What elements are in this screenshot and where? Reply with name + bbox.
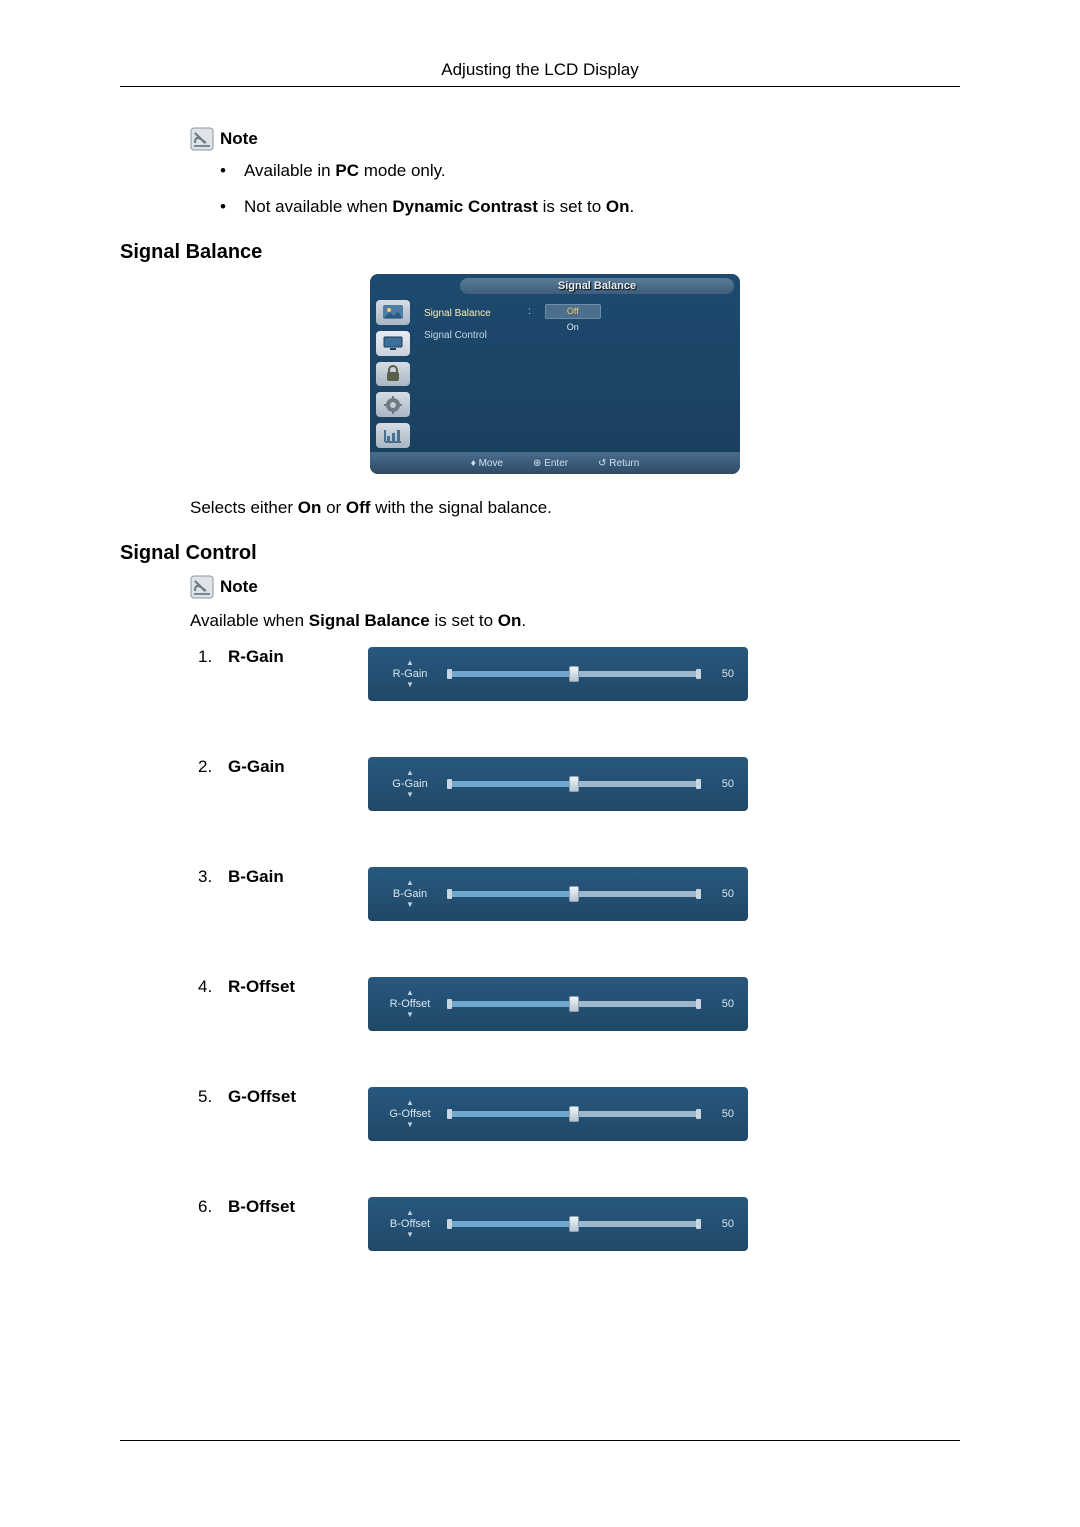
slider-track xyxy=(450,891,698,897)
list-label-b-offset: B-Offset xyxy=(228,1197,368,1217)
slider-value: 50 xyxy=(710,1108,734,1120)
list-item: 4. R-Offset ▲ R-Offset ▼ 50 xyxy=(198,977,960,1031)
slider-track xyxy=(450,1001,698,1007)
footer-rule xyxy=(120,1440,960,1441)
slider-track xyxy=(450,1221,698,1227)
osd-row-signal-control: Signal Control xyxy=(424,326,514,344)
osd-signal-balance-screenshot: Signal Balance Signal Balance Signal Con… xyxy=(370,274,740,474)
triangle-down-icon: ▼ xyxy=(406,682,414,688)
note-icon xyxy=(190,127,214,151)
list-number: 5. xyxy=(198,1087,228,1107)
triangle-down-icon: ▼ xyxy=(406,792,414,798)
slider-name: B-Offset xyxy=(390,1218,430,1230)
page-header: Adjusting the LCD Display xyxy=(120,60,960,87)
slider-value: 50 xyxy=(710,668,734,680)
note-bullet-list: • Available in PC mode only. • Not avail… xyxy=(220,161,960,217)
osd-tab-display-icon xyxy=(376,331,410,356)
list-item: 3. B-Gain ▲ B-Gain ▼ 50 xyxy=(198,867,960,921)
slider-card-g-offset: ▲ G-Offset ▼ 50 xyxy=(368,1087,748,1141)
slider-card-b-gain: ▲ B-Gain ▼ 50 xyxy=(368,867,748,921)
triangle-down-icon: ▼ xyxy=(406,1232,414,1238)
list-item: 2. G-Gain ▲ G-Gain ▼ 50 xyxy=(198,757,960,811)
osd-tab-chart-icon xyxy=(376,423,410,448)
osd-left-tabs xyxy=(370,296,416,448)
slider-name: R-Offset xyxy=(390,998,431,1010)
osd-title: Signal Balance xyxy=(460,278,734,294)
triangle-up-icon: ▲ xyxy=(406,770,414,776)
osd-row-signal-balance: Signal Balance xyxy=(424,304,514,322)
triangle-down-icon: ▼ xyxy=(406,1012,414,1018)
slider-track xyxy=(450,1111,698,1117)
page-title: Adjusting the LCD Display xyxy=(441,60,638,79)
slider-value: 50 xyxy=(710,1218,734,1230)
signal-control-list: 1. R-Gain ▲ R-Gain ▼ 50 2. G-Gain ▲ G-Ga… xyxy=(198,647,960,1251)
note-label: Note xyxy=(220,129,258,149)
note-row: Note xyxy=(190,127,960,151)
list-item: 6. B-Offset ▲ B-Offset ▼ 50 xyxy=(198,1197,960,1251)
signal-control-availability: Available when Signal Balance is set to … xyxy=(190,611,960,631)
note-icon xyxy=(190,575,214,599)
slider-thumb xyxy=(569,886,579,902)
slider-track xyxy=(450,671,698,677)
osd-option-on: On xyxy=(545,321,601,334)
triangle-up-icon: ▲ xyxy=(406,1100,414,1106)
list-number: 2. xyxy=(198,757,228,777)
triangle-up-icon: ▲ xyxy=(406,880,414,886)
slider-value: 50 xyxy=(710,778,734,790)
bullet-text: Not available when Dynamic Contrast is s… xyxy=(244,197,634,217)
signal-balance-description: Selects either On or Off with the signal… xyxy=(190,498,960,518)
bullet-dot-icon: • xyxy=(220,197,226,217)
slider-thumb xyxy=(569,1216,579,1232)
list-number: 1. xyxy=(198,647,228,667)
slider-card-b-offset: ▲ B-Offset ▼ 50 xyxy=(368,1197,748,1251)
note-row-2: Note xyxy=(190,575,960,599)
triangle-down-icon: ▼ xyxy=(406,902,414,908)
list-label-g-offset: G-Offset xyxy=(228,1087,368,1107)
osd-tab-picture-icon xyxy=(376,300,410,325)
list-label-r-gain: R-Gain xyxy=(228,647,368,667)
heading-signal-balance: Signal Balance xyxy=(120,241,960,264)
list-label-g-gain: G-Gain xyxy=(228,757,368,777)
list-number: 3. xyxy=(198,867,228,887)
slider-thumb xyxy=(569,1106,579,1122)
note-label: Note xyxy=(220,577,258,597)
list-label-r-offset: R-Offset xyxy=(228,977,368,997)
osd-body: Signal Balance Signal Control : Off On xyxy=(424,304,730,446)
bullet-item: • Not available when Dynamic Contrast is… xyxy=(220,197,960,217)
osd-footer-enter: ⊕ Enter xyxy=(533,458,568,469)
slider-name: G-Offset xyxy=(389,1108,430,1120)
osd-tab-gear-icon xyxy=(376,392,410,417)
slider-card-r-gain: ▲ R-Gain ▼ 50 xyxy=(368,647,748,701)
osd-footer-return: ↺ Return xyxy=(598,458,639,469)
slider-card-r-offset: ▲ R-Offset ▼ 50 xyxy=(368,977,748,1031)
list-item: 5. G-Offset ▲ G-Offset ▼ 50 xyxy=(198,1087,960,1141)
bullet-text: Available in PC mode only. xyxy=(244,161,446,181)
triangle-up-icon: ▲ xyxy=(406,660,414,666)
slider-value: 50 xyxy=(710,998,734,1010)
triangle-up-icon: ▲ xyxy=(406,1210,414,1216)
osd-footer-move: ♦ Move xyxy=(471,458,503,469)
bullet-item: • Available in PC mode only. xyxy=(220,161,960,181)
slider-value: 50 xyxy=(710,888,734,900)
osd-option-off: Off xyxy=(545,304,601,319)
slider-name: G-Gain xyxy=(392,778,427,790)
heading-signal-control: Signal Control xyxy=(120,542,960,565)
slider-name: B-Gain xyxy=(393,888,427,900)
slider-thumb xyxy=(569,776,579,792)
list-number: 4. xyxy=(198,977,228,997)
bullet-dot-icon: • xyxy=(220,161,226,181)
osd-footer: ♦ Move ⊕ Enter ↺ Return xyxy=(370,452,740,474)
slider-thumb xyxy=(569,996,579,1012)
slider-card-g-gain: ▲ G-Gain ▼ 50 xyxy=(368,757,748,811)
list-item: 1. R-Gain ▲ R-Gain ▼ 50 xyxy=(198,647,960,701)
slider-name: R-Gain xyxy=(393,668,428,680)
list-label-b-gain: B-Gain xyxy=(228,867,368,887)
osd-tab-lock-icon xyxy=(376,362,410,387)
triangle-up-icon: ▲ xyxy=(406,990,414,996)
slider-track xyxy=(450,781,698,787)
slider-thumb xyxy=(569,666,579,682)
list-number: 6. xyxy=(198,1197,228,1217)
triangle-down-icon: ▼ xyxy=(406,1122,414,1128)
